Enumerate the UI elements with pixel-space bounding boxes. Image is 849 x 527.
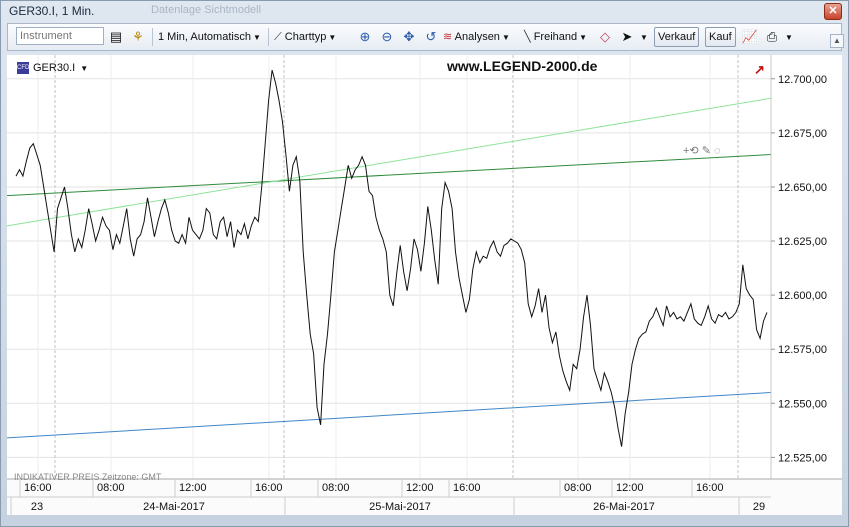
- chevron-down-icon[interactable]: ▼: [640, 33, 648, 42]
- chart-settings-icon[interactable]: 📈: [741, 28, 759, 46]
- time-tick-label: 16:00: [24, 482, 52, 494]
- undo-icon[interactable]: ↺: [422, 28, 440, 46]
- drawing-tool-icons[interactable]: +⟲ ✎ ◌: [683, 144, 721, 157]
- freihand-dropdown[interactable]: ╲ Freihand ▼: [524, 27, 587, 47]
- charttype-dropdown[interactable]: ⟋ Charttyp ▼: [274, 27, 336, 47]
- timeframe-label: 1 Min, Automatisch: [158, 31, 251, 43]
- time-tick-label: 16:00: [255, 482, 283, 494]
- indicative-price-note: INDIKATIVER PREIS Zeitzone: GMT: [14, 472, 162, 482]
- y-tick-label: 12.550,00: [778, 398, 827, 410]
- chevron-down-icon: ▼: [80, 64, 89, 73]
- toolbar-divider: [152, 28, 153, 46]
- date-label: 24-Mai-2017: [143, 501, 205, 513]
- window-title: GER30.I, 1 Min.: [9, 4, 95, 18]
- time-tick-label: 16:00: [696, 482, 724, 494]
- chevron-down-icon: ▼: [501, 33, 510, 42]
- instrument-legend[interactable]: CFD GER30.I ▼: [17, 62, 89, 75]
- cursor-icon[interactable]: ➤: [618, 28, 636, 46]
- y-tick-label: 12.625,00: [778, 236, 827, 248]
- eraser-icon[interactable]: ◇: [596, 28, 614, 46]
- instrument-input[interactable]: [17, 28, 107, 44]
- date-label: 25-Mai-2017: [369, 501, 431, 513]
- time-tick-label: 12:00: [406, 482, 434, 494]
- close-icon[interactable]: ✕: [828, 5, 837, 17]
- chevron-down-icon: ▼: [579, 33, 588, 42]
- add-instrument-icon[interactable]: ⚘: [129, 28, 147, 46]
- title-bar: GER30.I, 1 Min. Datenlage Sichtmodell ✕: [1, 1, 848, 21]
- time-tick-label: 08:00: [97, 482, 125, 494]
- fit-chart-icon[interactable]: ✥: [400, 28, 418, 46]
- time-tick-label: 08:00: [564, 482, 592, 494]
- zoom-out-icon[interactable]: ⊖: [378, 28, 396, 46]
- time-tick-label: 12:00: [179, 482, 207, 494]
- pen-icon: ╲: [524, 31, 531, 43]
- timeframe-dropdown[interactable]: 1 Min, Automatisch ▼: [158, 27, 261, 47]
- date-label: 23: [31, 501, 43, 513]
- chart-window: GER30.I, 1 Min. Datenlage Sichtmodell ✕ …: [0, 0, 849, 527]
- chart-area[interactable]: 12.700,00 12.675,00 12.650,00 12.625,00 12.6…: [6, 55, 842, 515]
- zoom-in-icon[interactable]: ⊕: [356, 28, 374, 46]
- line-chart-icon: ⟋: [274, 31, 282, 43]
- freihand-label: Freihand: [533, 31, 578, 43]
- instrument-list-icon[interactable]: ▤: [107, 28, 125, 46]
- y-tick-label: 12.525,00: [778, 452, 827, 464]
- chevron-down-icon: ▼: [328, 33, 337, 42]
- analysen-dropdown[interactable]: ≋ Analysen ▼: [443, 27, 510, 47]
- cfd-badge: CFD: [17, 62, 29, 75]
- y-tick-label: 12.575,00: [778, 344, 827, 356]
- y-tick-label: 12.700,00: [778, 74, 827, 86]
- collapse-toolbar-button[interactable]: ▲: [830, 34, 844, 48]
- time-tick-label: 16:00: [453, 482, 481, 494]
- price-chart[interactable]: 12.700,00 12.675,00 12.650,00 12.625,00 12.6…: [6, 55, 842, 515]
- title-ghost-text: Datenlage Sichtmodell: [151, 4, 262, 16]
- verkauf-button[interactable]: Verkauf: [654, 27, 700, 47]
- print-icon[interactable]: ⎙: [763, 28, 781, 46]
- legend-symbol: GER30.I: [33, 62, 76, 74]
- y-tick-label: 12.650,00: [778, 182, 827, 194]
- analysis-icon: ≋: [443, 31, 453, 43]
- date-label: 29: [753, 501, 765, 513]
- chevron-down-icon: ▼: [252, 33, 261, 42]
- analysen-label: Analysen: [454, 31, 500, 43]
- trend-flag-icon: ↗: [754, 62, 765, 77]
- instrument-field[interactable]: [16, 27, 107, 45]
- y-tick-label: 12.600,00: [778, 290, 827, 302]
- y-tick-label: 12.675,00: [778, 128, 827, 140]
- time-tick-label: 12:00: [616, 482, 644, 494]
- chart-background: [7, 55, 842, 515]
- chart-toolbar: ▤ ⚘ 1 Min, Automatisch▼ ⟋ Charttyp▼ ⊕ ⊖ …: [7, 23, 842, 51]
- chevron-down-icon[interactable]: ▼: [785, 33, 793, 42]
- date-label: 26-Mai-2017: [593, 501, 655, 513]
- time-tick-label: 08:00: [322, 482, 350, 494]
- watermark-text: www.LEGEND-2000.de: [447, 58, 598, 74]
- close-button[interactable]: ✕: [824, 3, 842, 20]
- charttype-label: Charttyp: [284, 31, 327, 43]
- toolbar-divider: [268, 28, 269, 46]
- kauf-button[interactable]: Kauf: [705, 27, 736, 47]
- chevron-up-icon[interactable]: ▲: [833, 36, 841, 45]
